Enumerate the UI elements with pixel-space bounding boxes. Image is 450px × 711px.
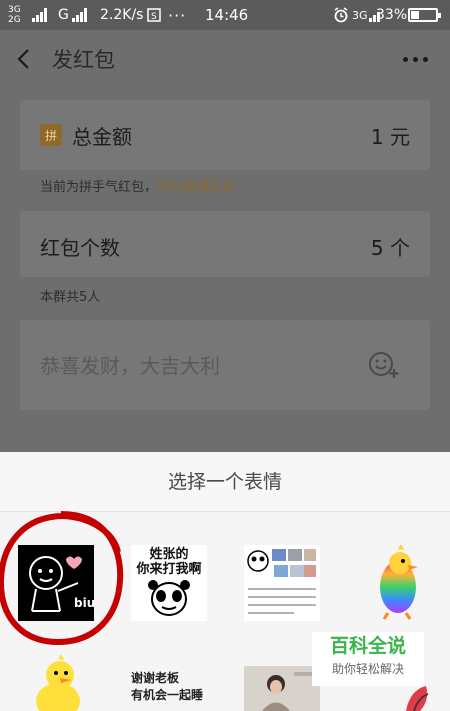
network-type-top: 3G xyxy=(8,5,21,15)
nav-bar: 发红包 xyxy=(0,30,450,88)
watermark-title: 百科全说 xyxy=(329,635,406,657)
total-amount-value[interactable]: 1 元 xyxy=(371,121,410,150)
group-member-count: 本群共5人 xyxy=(40,290,101,305)
sticker-caption-line1: 姓张的 xyxy=(149,547,189,562)
packet-count-label: 红包个数 xyxy=(40,236,120,260)
total-amount-row[interactable]: 拼 总金额 1 元 xyxy=(20,100,430,170)
lucky-badge-icon: 拼 xyxy=(40,124,62,146)
sticker-caption-2: 谢谢老板 有机会一起睡 xyxy=(131,670,221,704)
switch-normal-packet-link[interactable]: 改为普通红包 xyxy=(157,180,235,195)
sticker-caption: 姓张的 你来打我啊 xyxy=(131,547,207,577)
status-bar: 3G 2G G 2.2K/s S ··· 14:46 3G 33% xyxy=(0,0,450,30)
sticker-photo[interactable] xyxy=(244,666,320,711)
sticker-photo-image xyxy=(244,666,320,711)
sticker-caption-2-line1: 谢谢老板 xyxy=(131,671,180,685)
greeting-input[interactable]: 恭喜发财，大吉大利 xyxy=(20,320,430,410)
sticker-thanks-boss[interactable]: 谢谢老板 有机会一起睡 xyxy=(131,670,221,711)
screenshot-icon: S xyxy=(147,0,161,30)
highlight-circle xyxy=(0,511,124,646)
signal-icon-2 xyxy=(70,0,87,30)
signal-icon xyxy=(30,0,47,30)
carrier-label: G xyxy=(58,7,69,23)
sticker-panda-face xyxy=(148,580,190,616)
network-type-right: 3G xyxy=(352,8,368,22)
emoji-add-icon[interactable] xyxy=(368,350,400,380)
alarm-icon xyxy=(333,0,349,30)
packet-count-row[interactable]: 红包个数 5 个 xyxy=(20,211,430,277)
page-title: 发红包 xyxy=(52,48,115,72)
sticker-duck-image-2 xyxy=(36,653,80,711)
network-speed: 2.2K/s xyxy=(100,7,144,23)
watermark-logo: 百科全说 助你轻松解决 xyxy=(312,632,424,686)
amount-hint: 当前为拼手气红包，改为普通红包 xyxy=(40,176,235,195)
sticker-caption-2-line2: 有机会一起睡 xyxy=(131,688,204,702)
sticker-yellow-duck[interactable] xyxy=(30,653,90,711)
sticker-caption-line2: 你来打我啊 xyxy=(136,562,202,577)
clock: 14:46 xyxy=(205,6,249,24)
battery-percent: 33% xyxy=(376,7,408,23)
sticker-collage-image xyxy=(247,549,316,614)
sticker-panda-collage[interactable] xyxy=(244,545,320,621)
sticker-come-hit-me[interactable]: 姓张的 你来打我啊 xyxy=(131,545,207,621)
sheet-title: 选择一个表情 xyxy=(0,452,450,512)
more-notifications-icon: ··· xyxy=(168,5,187,25)
greeting-placeholder: 恭喜发财，大吉大利 xyxy=(40,354,220,378)
packet-count-value[interactable]: 5 个 xyxy=(371,232,410,261)
watermark-subtitle: 助你轻松解决 xyxy=(331,662,404,676)
total-amount-label: 总金额 xyxy=(72,125,132,149)
back-arrow-icon[interactable] xyxy=(14,48,36,70)
network-type-bottom: 2G xyxy=(8,15,21,25)
network-type: 3G 2G xyxy=(8,0,21,30)
amount-hint-text: 当前为拼手气红包， xyxy=(40,180,158,195)
battery-icon xyxy=(408,0,441,30)
svg-text:S: S xyxy=(151,12,157,22)
more-options-icon[interactable] xyxy=(403,57,428,62)
sticker-rainbow-duck[interactable] xyxy=(368,543,432,621)
sticker-duck-image xyxy=(380,543,418,620)
